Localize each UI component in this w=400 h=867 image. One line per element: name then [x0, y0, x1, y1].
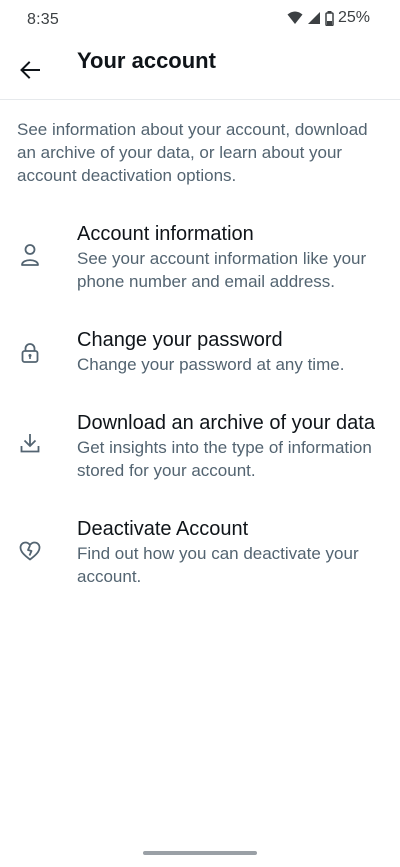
battery-icon	[325, 10, 334, 26]
menu-item-title: Change your password	[77, 329, 283, 351]
status-icons: 25%	[287, 9, 370, 27]
download-icon	[18, 431, 42, 455]
status-time: 8:35	[27, 11, 59, 28]
menu-item-deactivate-account[interactable]: Deactivate Account Find out how you can …	[0, 513, 400, 593]
broken-heart-icon	[18, 539, 42, 563]
menu-item-description: See your account information like your p…	[77, 249, 367, 291]
menu-item-download-archive[interactable]: Download an archive of your data Get ins…	[0, 407, 400, 487]
menu-item-account-information[interactable]: Account information See your account inf…	[0, 218, 400, 298]
arrow-left-icon	[19, 59, 41, 86]
person-icon	[18, 243, 42, 267]
gesture-nav-handle[interactable]	[143, 851, 257, 855]
wifi-icon	[287, 11, 303, 25]
menu-item-description: Change your password at any time.	[77, 355, 345, 374]
page-title: Your account	[77, 48, 216, 73]
lock-icon	[18, 341, 42, 365]
menu-item-description: Get insights into the type of informatio…	[77, 438, 372, 480]
menu-item-title: Account information	[77, 223, 254, 245]
menu-item-title: Download an archive of your data	[77, 412, 375, 434]
back-button[interactable]	[14, 56, 46, 88]
status-bar: 8:35 25%	[0, 0, 400, 40]
menu-item-title: Deactivate Account	[77, 518, 249, 540]
menu-item-description: Find out how you can deactivate your acc…	[77, 544, 359, 586]
intro-text: See information about your account, down…	[17, 120, 368, 185]
header: Your account	[0, 40, 400, 100]
signal-icon	[307, 11, 321, 25]
menu-item-change-password[interactable]: Change your password Change your passwor…	[0, 324, 400, 384]
battery-percent: 25%	[337, 9, 370, 26]
